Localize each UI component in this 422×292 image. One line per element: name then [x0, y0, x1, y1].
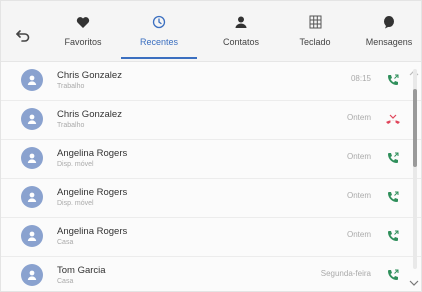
contact-name: Angelina Rogers [57, 226, 128, 237]
call-button[interactable] [385, 150, 401, 166]
person-icon [27, 114, 37, 124]
call-row[interactable]: Chris Gonzalez Trabalho Ontem [1, 101, 421, 140]
tab-label: Mensagens [365, 37, 413, 47]
person-icon [27, 231, 37, 241]
call-row[interactable]: Chris Gonzalez Trabalho 08:15 [1, 62, 421, 101]
recent-calls-screen: Favoritos Recentes Contatos Teclado Mens… [0, 0, 422, 292]
number-type: Trabalho [57, 83, 85, 90]
number-type: Casa [57, 278, 74, 285]
person-icon [27, 153, 37, 163]
contact-name: Chris Gonzalez [57, 70, 122, 81]
tab-label: Contatos [222, 37, 260, 47]
person-icon [27, 75, 37, 85]
person-icon [27, 192, 37, 202]
call-row[interactable]: Angelina Rogers Disp. móvel Ontem [1, 140, 421, 179]
person-icon [232, 13, 250, 31]
tab-bar: Favoritos Recentes Contatos Teclado Mens… [1, 1, 421, 61]
person-icon [27, 270, 37, 280]
call-button[interactable] [385, 72, 401, 88]
contact-name: Tom Garcia [57, 265, 106, 276]
call-row[interactable]: Angelina Rogers Casa Ontem [1, 218, 421, 257]
tab-favoritos[interactable]: Favoritos [45, 1, 121, 61]
tab-mensagens[interactable]: Mensagens [351, 1, 421, 61]
avatar [21, 69, 43, 91]
call-time: 08:15 [350, 74, 371, 83]
call-time: Ontem [346, 230, 371, 239]
phone-outgoing-icon [388, 230, 399, 241]
number-type: Casa [57, 239, 74, 246]
number-type: Disp. móvel [57, 200, 94, 207]
tab-label: Recentes [139, 37, 179, 47]
avatar [21, 225, 43, 247]
scrollbar[interactable] [413, 69, 417, 269]
avatar [21, 264, 43, 286]
clock-icon [150, 13, 168, 31]
avatar [21, 108, 43, 130]
tab-contatos[interactable]: Contatos [203, 1, 279, 61]
phone-outgoing-icon [388, 191, 399, 202]
phone-outgoing-icon [388, 74, 399, 85]
back-button[interactable] [11, 23, 35, 47]
call-time: Segunda-feira [320, 269, 371, 278]
message-icon [380, 13, 398, 31]
scroll-down-button[interactable] [409, 273, 419, 291]
scrollbar-thumb[interactable] [413, 89, 417, 167]
phone-outgoing-icon [388, 269, 399, 280]
call-time: Ontem [346, 191, 371, 200]
call-button[interactable] [385, 267, 401, 283]
chevron-down-icon [409, 280, 419, 286]
contact-name: Angelina Rogers [57, 148, 128, 159]
call-row[interactable]: Angeline Rogers Disp. móvel Ontem [1, 179, 421, 218]
call-button[interactable] [385, 111, 401, 127]
phone-missed-icon [386, 114, 400, 124]
heart-icon [74, 13, 92, 31]
avatar [21, 147, 43, 169]
call-row[interactable]: Tom Garcia Casa Segunda-feira [1, 257, 421, 291]
call-button[interactable] [385, 189, 401, 205]
active-tab-indicator [121, 57, 197, 59]
keypad-icon [306, 13, 324, 31]
tab-recentes[interactable]: Recentes [121, 1, 197, 61]
phone-outgoing-icon [388, 152, 399, 163]
avatar [21, 186, 43, 208]
call-time: Ontem [346, 152, 371, 161]
number-type: Disp. móvel [57, 161, 94, 168]
call-button[interactable] [385, 228, 401, 244]
contact-name: Chris Gonzalez [57, 109, 122, 120]
tab-label: Teclado [299, 37, 331, 47]
call-time: Ontem [346, 113, 371, 122]
contact-name: Angeline Rogers [57, 187, 128, 198]
tab-teclado[interactable]: Teclado [277, 1, 353, 61]
number-type: Trabalho [57, 122, 85, 129]
recent-calls-list: Chris Gonzalez Trabalho 08:15 Chris Gonz… [1, 62, 421, 291]
back-arrow-icon [16, 30, 30, 42]
tab-label: Favoritos [64, 37, 102, 47]
